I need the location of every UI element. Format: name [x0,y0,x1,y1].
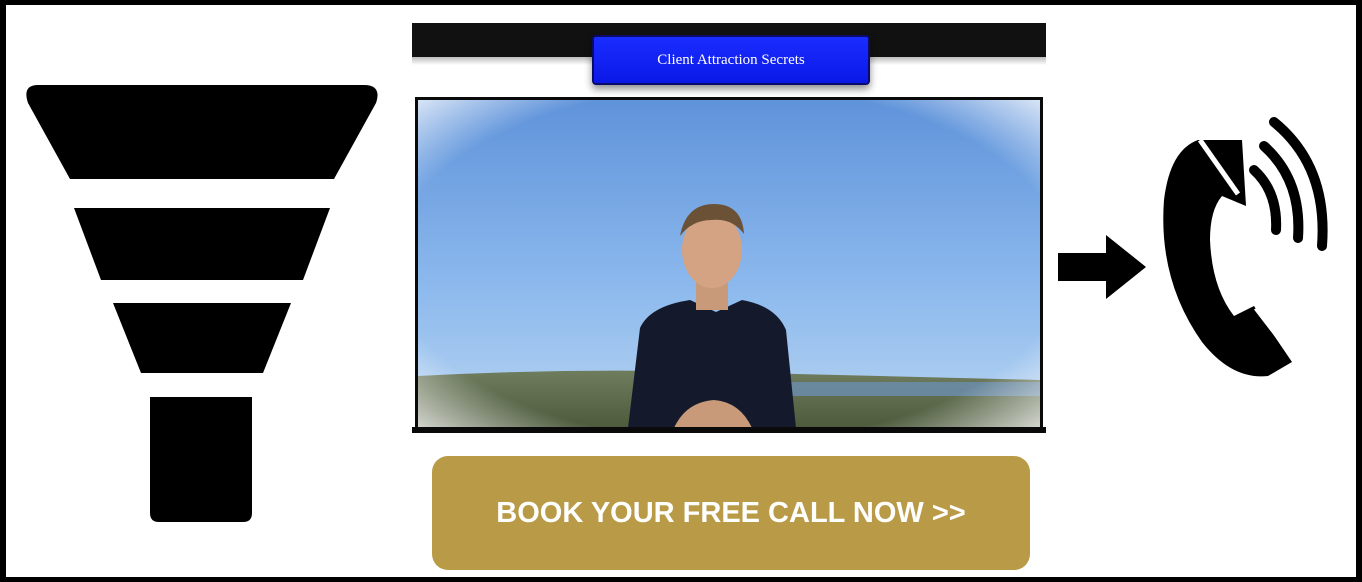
funnel-icon [26,85,378,522]
phone-ringing-icon [1163,117,1328,377]
video-screen[interactable] [415,97,1043,431]
video-frame-image [418,100,1040,428]
video-player[interactable]: Client Attraction Secrets [412,23,1046,434]
video-title: Client Attraction Secrets [592,35,870,85]
book-call-button[interactable]: BOOK YOUR FREE CALL NOW >> [432,456,1030,570]
arrow-right-icon [1058,235,1146,299]
